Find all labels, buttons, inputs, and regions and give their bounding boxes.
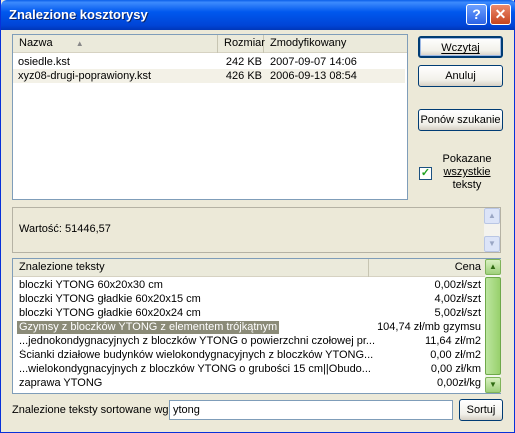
text-row[interactable]: bloczki YTONG gładkie 60x20x15 cm 4,00zł… — [13, 293, 485, 306]
text-row[interactable]: Ścianki działowe budynków wielokondygnac… — [13, 349, 485, 362]
show-all-label: Pokazane wszystkie teksty — [436, 153, 498, 192]
text-row-text: bloczki YTONG gładkie 60x20x15 cm — [19, 293, 201, 305]
file-list-header: Nazwa ▲ Rozmiar Zmodyfikowany — [13, 35, 407, 53]
scroll-down-button[interactable]: ▼ — [484, 236, 500, 252]
close-button[interactable]: ✕ — [490, 4, 511, 25]
text-row-text: bloczki YTONG 60x20x30 cm — [19, 279, 163, 291]
value-box: Wartość: 51446,57 ▲ ▼ — [12, 207, 501, 253]
text-row[interactable]: bloczki YTONG gładkie 60x20x24 cm 5,00zł… — [13, 307, 485, 320]
text-row-price: 11,64 zł/m2 — [424, 335, 481, 347]
scroll-up-button[interactable]: ▲ — [485, 259, 501, 275]
cancel-button-label: Anuluj — [445, 70, 476, 82]
file-modified: 2006-09-13 08:54 — [270, 70, 357, 82]
found-texts-list[interactable]: Znalezione teksty Cena bloczki YTONG 60x… — [12, 258, 501, 394]
text-row-text: Gzymsy z bloczków YTONG z elementem trój… — [17, 321, 280, 334]
show-all-label-line: Pokazane — [442, 153, 492, 165]
close-icon: ✕ — [494, 6, 507, 22]
arrow-down-icon: ▼ — [488, 239, 496, 248]
sort-button-label: Sortuj — [466, 404, 496, 416]
load-button[interactable]: Wczytaj — [418, 36, 503, 58]
column-name-label: Nazwa — [19, 37, 53, 49]
texts-scrollbar[interactable]: ▲ ▼ — [485, 259, 501, 393]
window-title: Znalezione kosztorysy — [9, 7, 148, 22]
found-files-list[interactable]: Nazwa ▲ Rozmiar Zmodyfikowany osiedle.ks… — [12, 34, 408, 200]
column-name[interactable]: Nazwa ▲ — [13, 35, 218, 53]
title-bar[interactable]: Znalezione kosztorysy ? ✕ — [1, 0, 515, 30]
column-text-label: Znalezione teksty — [19, 261, 105, 273]
text-row[interactable]: ...jednokondygnacyjnych z bloczków YTONG… — [13, 335, 485, 348]
column-size[interactable]: Rozmiar — [218, 35, 265, 53]
text-row-text: ...jednokondygnacyjnych z bloczków YTONG… — [19, 335, 375, 347]
text-row-price: 0,00zł/szt — [434, 279, 481, 291]
sort-by-input-value: ytong — [173, 404, 200, 416]
search-again-button-label: Ponów szukanie — [420, 114, 501, 126]
text-row[interactable]: zaprawa YTONG 0,00zł/kg — [13, 377, 485, 390]
column-modified[interactable]: Zmodyfikowany — [264, 35, 407, 53]
help-icon: ? — [472, 6, 481, 22]
column-text[interactable]: Znalezione teksty — [13, 259, 369, 277]
arrow-up-icon: ▲ — [488, 211, 496, 220]
scroll-up-button[interactable]: ▲ — [484, 208, 500, 224]
text-row-price: 0,00 zł/m2 — [430, 349, 481, 361]
column-price-label: Cena — [454, 261, 481, 273]
text-row[interactable]: ...wielokondygnacyjnych z bloczków YTONG… — [13, 363, 485, 376]
scroll-down-button[interactable]: ▼ — [485, 377, 501, 393]
help-button[interactable]: ? — [466, 4, 487, 25]
text-row-price: 0,00zł/kg — [436, 377, 481, 389]
scroll-thumb[interactable] — [485, 277, 501, 375]
cancel-button[interactable]: Anuluj — [418, 65, 503, 87]
value-text: Wartość: 51446,57 — [19, 223, 111, 235]
text-row-text: ...wielokondygnacyjnych z bloczków YTONG… — [19, 363, 371, 375]
sort-ascending-icon: ▲ — [75, 39, 84, 48]
column-modified-label: Zmodyfikowany — [270, 37, 347, 49]
file-name: osiedle.kst — [18, 56, 70, 68]
text-row-price: 5,00zł/szt — [434, 307, 481, 319]
arrow-down-icon: ▼ — [489, 380, 497, 389]
text-row-price: 0,00 zł/km — [430, 363, 481, 375]
sort-by-label: Znalezione teksty sortowane wg: — [12, 404, 172, 416]
text-row-text: Ścianki działowe budynków wielokondygnac… — [19, 349, 374, 361]
load-button-label: Wczytaj — [441, 42, 480, 54]
dialog-window: Znalezione kosztorysy ? ✕ Nazwa ▲ Rozmia… — [0, 0, 515, 433]
text-row-text: bloczki YTONG gładkie 60x20x24 cm — [19, 307, 201, 319]
sort-by-input[interactable]: ytong — [169, 400, 453, 420]
column-size-label: Rozmiar — [224, 37, 265, 49]
value-scrollbar[interactable]: ▲ ▼ — [484, 208, 500, 252]
file-size: 426 KB — [225, 70, 262, 82]
search-again-button[interactable]: Ponów szukanie — [418, 109, 503, 131]
checkmark-icon: ✓ — [420, 167, 431, 179]
show-all-label-line: teksty — [452, 179, 482, 191]
text-row-text: zaprawa YTONG — [19, 377, 103, 389]
file-size: 242 KB — [225, 56, 262, 68]
file-name: xyz08-drugi-poprawiony.kst — [18, 70, 152, 82]
show-all-checkbox[interactable]: ✓ — [419, 167, 432, 180]
sort-button[interactable]: Sortuj — [459, 399, 503, 421]
column-price[interactable]: Cena — [369, 259, 485, 277]
arrow-up-icon: ▲ — [489, 262, 497, 271]
show-all-label-line: wszystkie — [443, 166, 491, 178]
text-row[interactable]: bloczki YTONG 60x20x30 cm 0,00zł/szt — [13, 279, 485, 292]
text-row-selected[interactable]: Gzymsy z bloczków YTONG z elementem trój… — [13, 321, 485, 334]
text-row-price: 4,00zł/szt — [434, 293, 481, 305]
file-row[interactable]: xyz08-drugi-poprawiony.kst 426 KB 2006-0… — [13, 69, 405, 83]
text-row-price: 104,74 zł/mb gzymsu — [377, 321, 481, 333]
texts-list-header: Znalezione teksty Cena — [13, 259, 485, 277]
file-modified: 2007-09-07 14:06 — [270, 56, 357, 68]
file-row[interactable]: osiedle.kst 242 KB 2007-09-07 14:06 — [13, 55, 405, 69]
